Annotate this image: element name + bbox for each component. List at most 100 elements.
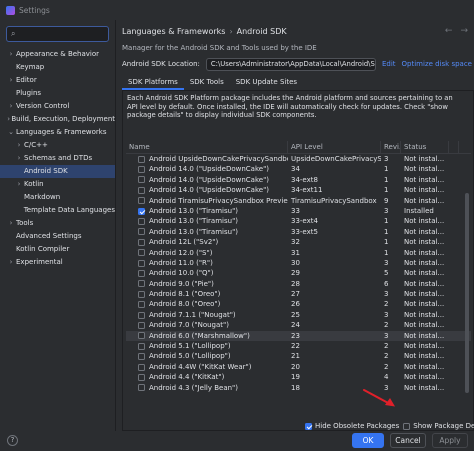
table-row[interactable]: Android 4.3 ("Jelly Bean") 18 3 Not instal.… [126,383,471,393]
show-details-check-icon[interactable] [403,422,411,430]
package-checkbox[interactable] [138,249,145,257]
package-checkbox[interactable] [138,363,145,371]
table-row[interactable]: Android 14.0 ("UpsideDownCake") 34-ext8 1 N… [126,175,471,185]
table-row[interactable]: Android 4.4W ("KitKat Wear") 20 2 Not insta… [126,362,471,372]
table-row[interactable]: Android 8.0 ("Oreo") 26 2 Not instal... [126,299,471,309]
sidebar-item[interactable]: › Build, Execution, Deployment [0,113,115,126]
settings-search-input[interactable]: ⌕ [6,26,109,42]
sidebar-item[interactable]: › Tools [0,217,115,230]
table-row[interactable]: Android 13.0 ("Tiramisu") 33 3 Installed [126,206,471,216]
chevron-icon[interactable]: › [6,217,16,230]
table-row[interactable]: Android 4.4 ("KitKat") 19 4 Not instal... [126,372,471,382]
table-row[interactable]: Android 7.0 ("Nougat") 24 2 Not instal... [126,320,471,330]
table-row[interactable]: Android 8.1 ("Oreo") 27 3 Not instal... [126,289,471,299]
table-row[interactable]: Android 9.0 ("Pie") 28 6 Not instal... [126,279,471,289]
back-arrow-icon[interactable]: ← [445,26,453,36]
breadcrumb-languages[interactable]: Languages & Frameworks [122,27,225,36]
optimize-disk-space-link[interactable]: Optimize disk space [402,60,472,68]
table-row[interactable]: Android 13.0 ("Tiramisu") 33-ext5 1 Not ins… [126,227,471,237]
package-checkbox[interactable] [138,384,145,392]
edit-link[interactable]: Edit [382,60,396,68]
column-revision[interactable]: Revi... [381,141,401,153]
help-icon[interactable]: ? [7,435,18,446]
chevron-icon[interactable]: › [6,256,16,269]
table-row[interactable]: Android 13.0 ("Tiramisu") 33-ext4 1 Not ins… [126,216,471,226]
apply-button[interactable]: Apply [432,433,468,448]
sidebar-item[interactable]: ⌄ Languages & Frameworks [0,126,115,139]
package-checkbox[interactable] [138,311,145,319]
package-checkbox[interactable] [138,259,145,267]
chevron-icon[interactable]: › [14,178,24,191]
package-checkbox[interactable] [138,207,145,215]
package-checkbox[interactable] [138,280,145,288]
chevron-icon[interactable]: ⌄ [6,126,16,139]
sidebar-item[interactable]: › Schemas and DTDs [0,152,115,165]
table-row[interactable]: Android 14.0 ("UpsideDownCake") 34 1 Not in… [126,164,471,174]
package-checkbox[interactable] [138,270,145,277]
table-row[interactable]: Android 6.0 ("Marshmallow") 23 3 Not instal… [126,330,471,342]
table-scrollbar[interactable] [464,155,470,407]
package-checkbox[interactable] [138,238,145,246]
sidebar-item[interactable]: Keymap [0,61,115,74]
forward-arrow-icon[interactable]: → [460,26,468,36]
sidebar-item[interactable]: › Kotlin [0,178,115,191]
sidebar-item[interactable]: Advanced Settings [0,230,115,243]
table-row[interactable]: Android 12.0 ("S") 31 1 Not instal... [126,248,471,258]
column-status[interactable]: Status [401,141,449,153]
chevron-icon[interactable]: › [14,152,24,165]
tab-sdk-platforms[interactable]: SDK Platforms [122,74,184,90]
tab-sdk-tools[interactable]: SDK Tools [184,74,230,90]
cell-name: Android 8.0 ("Oreo") [126,299,288,309]
table-row[interactable]: Android 5.1 ("Lollipop") 22 2 Not instal... [126,341,471,351]
package-checkbox[interactable] [138,373,145,381]
package-checkbox[interactable] [138,218,145,226]
chevron-icon[interactable]: › [6,48,16,61]
sidebar-item[interactable]: › Appearance & Behavior [0,48,115,61]
package-checkbox[interactable] [138,228,145,236]
table-row[interactable]: Android 7.1.1 ("Nougat") 25 3 Not instal... [126,310,471,320]
table-row[interactable]: Android 11.0 ("R") 30 3 Not instal... [126,258,471,268]
sidebar-item[interactable]: Markdown [0,191,115,204]
package-checkbox[interactable] [138,176,145,184]
table-row[interactable]: Android 5.0 ("Lollipop") 21 2 Not instal... [126,351,471,361]
table-row[interactable]: Android 12L ("Sv2") 32 1 Not instal... [126,237,471,247]
package-checkbox[interactable] [138,321,145,329]
package-checkbox[interactable] [138,353,145,361]
tab-sdk-update-sites[interactable]: SDK Update Sites [230,74,303,90]
table-row[interactable]: Android UpsideDownCakePrivacySandbox Pre… [126,154,471,164]
package-checkbox[interactable] [138,166,145,174]
column-api-level[interactable]: API Level [288,141,381,153]
ok-button[interactable]: OK [352,433,384,448]
table-row[interactable]: Android 14.0 ("UpsideDownCake") 34-ext11 1… [126,185,471,195]
scrollbar-thumb[interactable] [465,193,469,393]
package-checkbox[interactable] [138,301,145,309]
package-checkbox[interactable] [138,197,145,205]
cell-name: Android 14.0 ("UpsideDownCake") [126,185,288,195]
sidebar-item[interactable]: Plugins [0,87,115,100]
chevron-icon[interactable]: › [14,139,24,152]
table-row[interactable]: Android 10.0 ("Q") 29 5 Not instal... [126,268,471,278]
sidebar-item[interactable]: Kotlin Compiler [0,243,115,256]
sidebar-item[interactable]: › Experimental [0,256,115,269]
sidebar-item[interactable]: Android SDK [0,165,115,178]
column-name[interactable]: Name [126,141,288,153]
sdk-location-field[interactable]: C:\Users\Administrator\AppData\Local\And… [205,57,376,71]
cancel-button[interactable]: Cancel [390,433,426,448]
show-package-details-checkbox[interactable]: Show Package Details [403,422,474,430]
package-checkbox[interactable] [138,155,145,163]
table-row[interactable]: Android TiramisuPrivacySandbox Preview Ti… [126,196,471,206]
sidebar-item[interactable]: Template Data Languages [0,204,115,217]
sidebar-item[interactable]: › C/C++ [0,139,115,152]
package-checkbox[interactable] [138,290,145,298]
hide-obsolete-check-icon[interactable] [305,422,312,430]
package-checkbox[interactable] [138,342,145,350]
cell-status: Not instal... [404,155,445,163]
sidebar-item[interactable]: › Editor [0,74,115,87]
package-checkbox[interactable] [138,186,145,194]
package-checkbox[interactable] [138,332,145,340]
chevron-icon[interactable]: › [6,100,16,113]
sidebar-item[interactable]: › Version Control [0,100,115,113]
chevron-icon[interactable]: › [6,74,16,87]
hide-obsolete-checkbox[interactable]: Hide Obsolete Packages [305,422,399,430]
cell-api-level: 29 [291,269,300,278]
